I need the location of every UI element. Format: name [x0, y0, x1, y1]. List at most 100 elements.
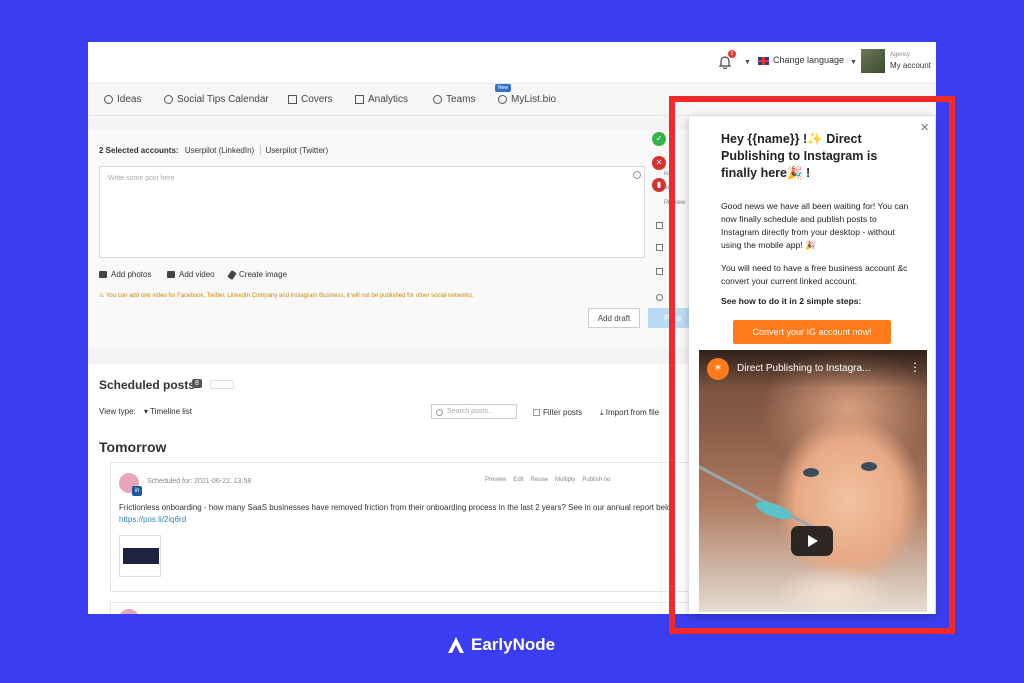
- nav-item-analytics[interactable]: Analytics: [355, 94, 408, 105]
- uk-flag-icon: [758, 57, 769, 65]
- nav-item-social-tips-calendar[interactable]: Social Tips Calendar: [164, 94, 269, 105]
- account-chip-twitter[interactable]: Userpilot (Twitter): [260, 146, 329, 155]
- modal-paragraph: Good news we have all been waiting for! …: [721, 201, 909, 250]
- post-action-reuse[interactable]: Reuse: [531, 477, 548, 483]
- post-thumbnail[interactable]: [119, 535, 161, 577]
- account-chip-linkedin[interactable]: Userpilot (LinkedIn): [185, 146, 254, 155]
- nav-item-label: Social Tips Calendar: [177, 94, 269, 105]
- view-type-label: View type:: [99, 407, 136, 416]
- convert-ig-account-button[interactable]: Convert your IG account now!: [733, 320, 891, 344]
- channel-logo-icon[interactable]: ✶: [707, 358, 729, 380]
- scheduled-for-time: Scheduled for: 2021-06-22, 13:58: [147, 478, 252, 485]
- add-video-label: Add video: [179, 270, 215, 279]
- placeholder-pill: [210, 380, 234, 389]
- view-type-select[interactable]: ▾ Timeline list: [144, 407, 192, 416]
- video-camera-icon: [167, 271, 175, 278]
- notification-badge: 2: [728, 50, 736, 58]
- video-warning: ⚠ You can add one video for Facebook, Tw…: [99, 293, 474, 299]
- add-photos-label: Add photos: [111, 270, 152, 279]
- image-icon[interactable]: [656, 268, 663, 275]
- account-role: Agency: [890, 52, 911, 58]
- nav-item-label: Ideas: [117, 94, 142, 105]
- scheduled-posts-title: Scheduled posts: [99, 378, 196, 392]
- add-photos-button[interactable]: Add photos: [99, 270, 151, 279]
- new-badge: New: [495, 84, 512, 92]
- copy-icon[interactable]: [656, 244, 663, 251]
- nav-item-ideas[interactable]: Ideas: [104, 94, 141, 105]
- selected-accounts: 2 Selected accounts: Userpilot (LinkedIn…: [99, 146, 329, 155]
- post-link[interactable]: https://pos.li/2iq6rd: [119, 515, 186, 524]
- play-icon[interactable]: [791, 526, 833, 556]
- top-bar: 2 ▼ Change language ▼ Agency My account: [88, 42, 936, 84]
- chevron-down-icon[interactable]: ▼: [850, 59, 857, 66]
- close-icon[interactable]: ✕: [652, 156, 666, 170]
- compass-icon: [164, 95, 173, 104]
- scheduled-post-card: Scheduled for: 2021-06-22, 13:58 Preview…: [110, 462, 700, 592]
- post-actions: Preview Edit Reuse Multiply Publish no: [485, 477, 610, 483]
- post-text: Frictionless onboarding - how many SaaS …: [119, 503, 672, 512]
- eye-shape: [803, 468, 819, 477]
- add-video-button[interactable]: Add video: [167, 270, 215, 279]
- my-account-link[interactable]: My account: [890, 61, 931, 70]
- import-from-file-button[interactable]: ⤓ Import from file: [600, 408, 659, 418]
- more-options-icon[interactable]: ⋮: [909, 360, 921, 374]
- nav-item-label: Analytics: [368, 94, 409, 105]
- settings-icon[interactable]: [656, 222, 663, 229]
- scheduled-count-badge: 8: [192, 379, 202, 388]
- nav-item-label: MyList.bio: [511, 94, 557, 105]
- checkbox[interactable]: [533, 409, 540, 416]
- pin-icon[interactable]: [656, 294, 663, 301]
- post-action-preview[interactable]: Preview: [485, 477, 506, 483]
- emoji-icon[interactable]: [633, 171, 641, 179]
- avatar: [119, 609, 139, 614]
- video-player[interactable]: ✶ Direct Publishing to Instagra... ⋮: [699, 350, 927, 612]
- view-type-value: Timeline list: [150, 407, 193, 416]
- video-warning-text: You can add one video for Facebook, Twit…: [105, 293, 474, 299]
- modal-paragraph: You will need to have a free business ac…: [721, 263, 908, 286]
- post-placeholder: Write some post here: [108, 175, 175, 182]
- scheduled-posts-panel: Scheduled posts 8 View type: ▾ Timeline …: [88, 364, 700, 614]
- search-input[interactable]: Search posts...: [431, 404, 517, 419]
- eye-shape: [861, 462, 877, 471]
- brand-name: EarlyNode: [471, 635, 556, 654]
- nav-item-label: Covers: [301, 94, 333, 105]
- nav-item-label: Teams: [446, 94, 476, 105]
- avatar[interactable]: [861, 49, 885, 73]
- nav-item-teams[interactable]: Teams: [433, 94, 475, 105]
- brush-icon: [227, 269, 237, 280]
- announcement-modal: × Hey {{name}} !✨ Direct Publishing to I…: [689, 116, 935, 614]
- post-action-edit[interactable]: Edit: [513, 477, 523, 483]
- users-icon: [433, 95, 442, 104]
- create-image-button[interactable]: Create image: [227, 269, 288, 280]
- spoon-shape: [753, 497, 795, 524]
- view-type: View type: ▾ Timeline list: [99, 407, 192, 416]
- post-action-publish-now[interactable]: Publish no: [582, 477, 610, 483]
- bar-chart-icon: [355, 95, 364, 104]
- close-icon[interactable]: ×: [920, 119, 929, 136]
- modal-paragraph: See how to do it in 2 simple steps:: [721, 296, 862, 306]
- link-icon: [498, 95, 507, 104]
- filter-posts-label: Filter posts: [543, 408, 583, 417]
- modal-title: Hey {{name}} !✨ Direct Publishing to Ins…: [721, 132, 878, 180]
- post-composer: 2 Selected accounts: Userpilot (LinkedIn…: [88, 130, 698, 348]
- video-title[interactable]: Direct Publishing to Instagra...: [737, 363, 870, 374]
- lightbulb-icon: [104, 95, 113, 104]
- brand-logo: EarlyNode: [447, 633, 555, 657]
- check-icon[interactable]: ✓: [652, 132, 666, 146]
- nav-item-covers[interactable]: Covers: [288, 94, 333, 105]
- camera-icon: [99, 271, 107, 278]
- selected-accounts-label: 2 Selected accounts:: [99, 146, 179, 155]
- add-draft-button[interactable]: Add draft: [588, 308, 640, 328]
- create-image-label: Create image: [239, 270, 288, 279]
- scheduled-post-card: [110, 602, 700, 614]
- filter-posts-checkbox[interactable]: Filter posts: [533, 408, 582, 417]
- day-heading: Tomorrow: [99, 439, 167, 455]
- earlynode-logo-icon: [448, 637, 464, 653]
- change-language-link[interactable]: Change language: [773, 55, 844, 65]
- chevron-down-icon[interactable]: ▼: [744, 59, 751, 66]
- image-icon: [288, 95, 297, 104]
- post-action-multiply[interactable]: Multiply: [555, 477, 575, 483]
- import-label: Import from file: [605, 408, 660, 417]
- post-textarea[interactable]: Write some post here: [99, 166, 645, 258]
- nav-item-mylist-bio[interactable]: MyList.bio: [498, 94, 556, 105]
